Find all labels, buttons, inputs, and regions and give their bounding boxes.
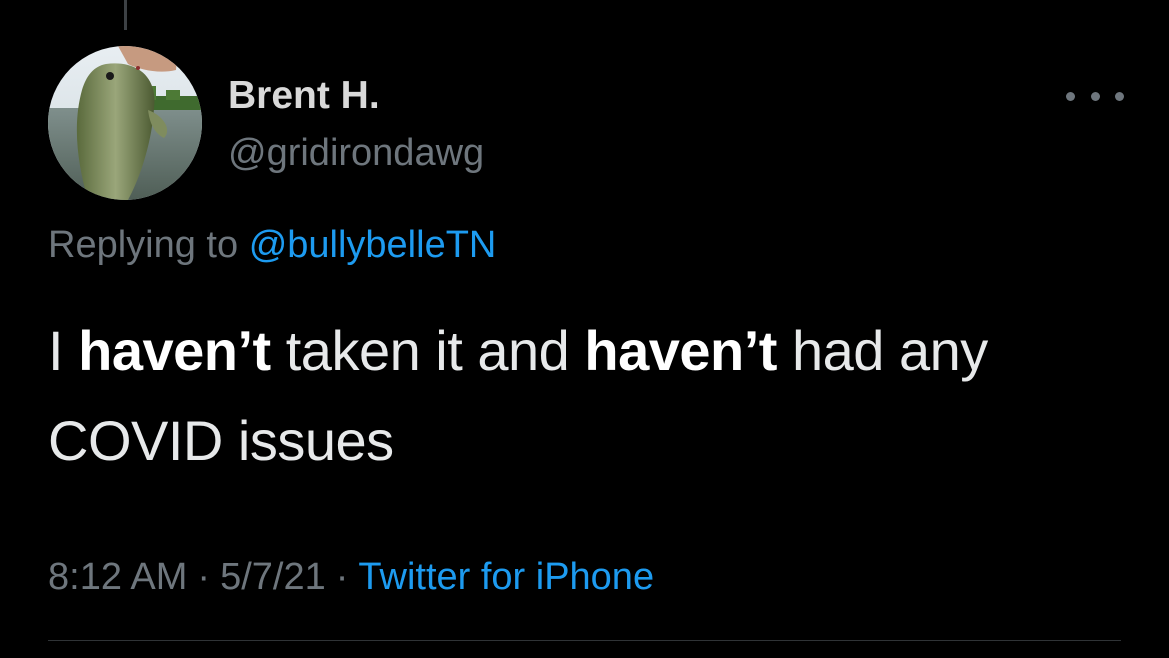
tweet-text-bold: haven’t — [78, 319, 271, 382]
fish-photo-avatar-icon — [48, 46, 202, 200]
author-display-name[interactable]: Brent H. — [228, 76, 380, 115]
replying-to-line: Replying to @bullybelleTN — [48, 226, 496, 264]
more-dot — [1066, 91, 1075, 101]
reply-mention-link[interactable]: @bullybelleTN — [249, 224, 497, 266]
replying-to-label: Replying to — [48, 224, 239, 266]
tweet-metadata: 8:12 AM · 5/7/21 · Twitter for iPhone — [48, 558, 654, 596]
avatar[interactable] — [48, 46, 202, 200]
tweet-source-link[interactable]: Twitter for iPhone — [358, 556, 654, 598]
more-dot — [1090, 91, 1100, 101]
tweet-time[interactable]: 8:12 AM — [48, 556, 187, 598]
author-handle[interactable]: @gridirondawg — [228, 134, 484, 172]
meta-separator: · — [335, 556, 349, 598]
tweet-date[interactable]: 5/7/21 — [220, 556, 326, 598]
thread-connector-line — [124, 0, 127, 30]
more-dot — [1115, 91, 1124, 101]
more-options-icon[interactable] — [1066, 88, 1124, 104]
tweet-text-part: I — [48, 319, 79, 382]
meta-separator: · — [197, 556, 211, 598]
tweet-text-bold: haven’t — [584, 319, 777, 382]
tweet-text-part: taken it and — [270, 319, 585, 382]
divider — [48, 640, 1121, 641]
tweet-text: I haven’t taken it and haven’t had any C… — [48, 306, 1138, 486]
